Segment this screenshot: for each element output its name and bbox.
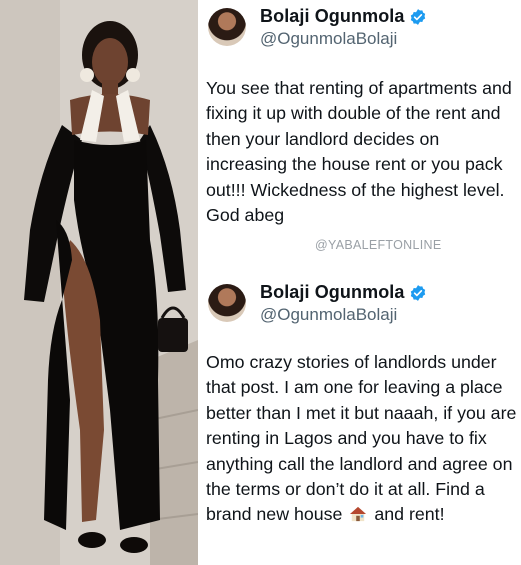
avatar[interactable] (208, 8, 246, 46)
tweet-text-main: Omo crazy stories of landlords under tha… (206, 352, 517, 525)
user-handle[interactable]: @OgunmolaBolaji (260, 305, 397, 325)
avatar[interactable] (208, 284, 246, 322)
tweets-panel: Bolaji Ogunmola @OgunmolaBolaji You see … (198, 0, 521, 565)
tweet-header: Bolaji Ogunmola @OgunmolaBolaji (208, 6, 508, 49)
tweet-text: You see that renting of apartments and f… (206, 78, 512, 226)
display-name[interactable]: Bolaji Ogunmola (260, 282, 405, 303)
watermark: @YABALEFTONLINE (315, 238, 442, 252)
tweet-text: Omo crazy stories of landlords under tha… (206, 350, 518, 528)
verified-badge-icon (410, 284, 425, 301)
user-handle[interactable]: @OgunmolaBolaji (260, 29, 397, 49)
tweet-text-end: and rent! (374, 504, 445, 525)
tweet-header: Bolaji Ogunmola @OgunmolaBolaji (208, 282, 508, 325)
photo-of-woman-in-black-dress (0, 0, 198, 565)
name-row: Bolaji Ogunmola (260, 282, 427, 303)
display-name[interactable]: Bolaji Ogunmola (260, 6, 405, 27)
name-row: Bolaji Ogunmola (260, 6, 427, 27)
house-icon (350, 507, 367, 522)
verified-badge-icon (410, 8, 425, 25)
